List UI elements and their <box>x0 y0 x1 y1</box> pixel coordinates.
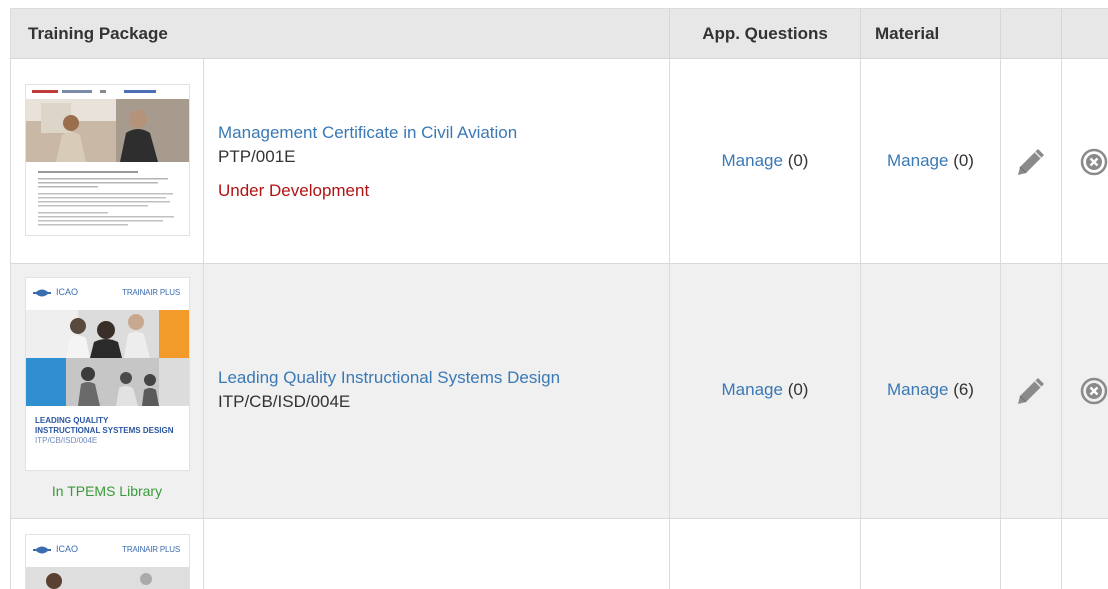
package-info: Leading Quality Instructional Systems De… <box>218 366 560 414</box>
thumb-caption-line2: INSTRUCTIONAL SYSTEMS DESIGN <box>35 426 174 435</box>
material-manage-link[interactable]: Manage <box>887 151 948 170</box>
table-row: Management Certificate in Civil Aviation… <box>11 59 1108 264</box>
material-manage-link[interactable]: Manage <box>887 380 948 399</box>
edit-cell <box>1001 59 1062 263</box>
header-training-package[interactable]: Training Package <box>11 9 670 58</box>
thumb-caption: LEADING QUALITY INSTRUCTIONAL SYSTEMS DE… <box>35 416 174 446</box>
app-questions-manage: Manage (0) <box>670 151 860 171</box>
thumb-brand-right: TRAINAIR PLUS <box>122 545 180 554</box>
table-header: Training Package App. Questions Material <box>11 8 1108 59</box>
delete-cell <box>1062 264 1108 518</box>
app-questions-manage: Manage (0) <box>670 380 860 400</box>
circle-x-icon[interactable] <box>1079 147 1108 182</box>
package-code: ITP/CB/ISD/004E <box>218 392 351 411</box>
package-info: Management Certificate in Civil Aviation… <box>218 121 517 203</box>
package-title-link[interactable]: Leading Quality Instructional Systems De… <box>218 366 560 390</box>
header-delete-column <box>1062 9 1108 58</box>
edit-cell <box>1001 519 1062 589</box>
thumb-brand-left: ICAO <box>56 544 79 554</box>
brochure-image <box>26 85 189 235</box>
material-count: (6) <box>953 380 974 399</box>
package-code: PTP/001E <box>218 147 296 166</box>
package-thumbnail[interactable]: ICAO TRAINAIR PLUS LEADING QUALITY INSTR… <box>26 278 189 470</box>
package-status: Under Development <box>218 181 370 200</box>
package-thumbnail[interactable]: ICAO TRAINAIR PLUS <box>26 535 189 589</box>
package-thumbnail[interactable] <box>26 85 189 235</box>
package-title-link[interactable]: Management Certificate in Civil Aviation <box>218 121 517 145</box>
circle-x-icon[interactable] <box>1079 376 1108 411</box>
library-status: In TPEMS Library <box>51 483 163 499</box>
material-manage: Manage (6) <box>861 380 1000 400</box>
material-manage: Manage (0) <box>861 151 1000 171</box>
package-info-cell <box>204 519 670 589</box>
table-row: ICAO TRAINAIR PLUS <box>11 519 1108 589</box>
material-cell <box>861 519 1001 589</box>
thumb-brand-left: ICAO <box>56 287 79 297</box>
training-package-table: Training Package App. Questions Material <box>10 8 1108 589</box>
thumb-caption-code: ITP/CB/ISD/004E <box>35 436 98 445</box>
thumb-brand-right: TRAINAIR PLUS <box>122 288 180 297</box>
app-questions-cell: Manage (0) <box>670 264 861 518</box>
pencil-icon[interactable] <box>1014 374 1048 413</box>
package-info-cell: Management Certificate in Civil Aviation… <box>204 59 670 263</box>
table-row: ICAO TRAINAIR PLUS LEADING QUALITY INSTR… <box>11 264 1108 519</box>
header-material[interactable]: Material <box>861 9 1001 58</box>
app-questions-cell <box>670 519 861 589</box>
header-edit-column <box>1001 9 1062 58</box>
app-questions-count: (0) <box>787 151 809 170</box>
thumbnail-cell: ICAO TRAINAIR PLUS LEADING QUALITY INSTR… <box>11 264 204 518</box>
app-questions-cell: Manage (0) <box>670 59 861 263</box>
thumbnail-cell: ICAO TRAINAIR PLUS <box>11 519 204 589</box>
app-questions-manage-link[interactable]: Manage <box>722 151 783 170</box>
app-questions-manage-link[interactable]: Manage <box>722 380 783 399</box>
header-app-questions[interactable]: App. Questions <box>670 9 861 58</box>
app-questions-count: (0) <box>787 380 809 399</box>
package-info-cell: Leading Quality Instructional Systems De… <box>204 264 670 518</box>
thumb-caption-line1: LEADING QUALITY <box>35 416 109 425</box>
edit-cell <box>1001 264 1062 518</box>
thumbnail-cell <box>11 59 204 263</box>
delete-cell <box>1062 519 1108 589</box>
pencil-icon[interactable] <box>1014 145 1048 184</box>
material-count: (0) <box>953 151 974 170</box>
material-cell: Manage (0) <box>861 59 1001 263</box>
material-cell: Manage (6) <box>861 264 1001 518</box>
delete-cell <box>1062 59 1108 263</box>
trainair-cover-image <box>26 535 189 589</box>
